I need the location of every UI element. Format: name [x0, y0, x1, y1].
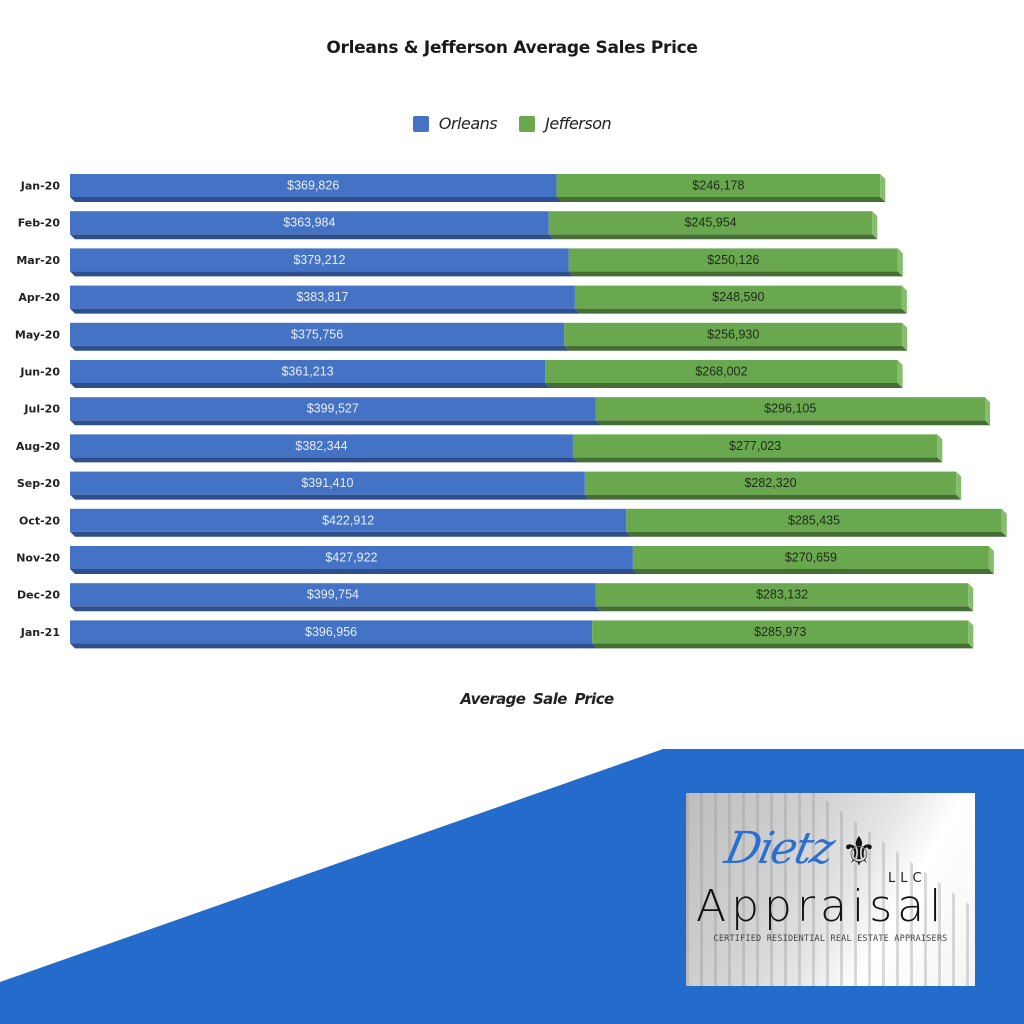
data-label-jefferson: $248,590 [712, 290, 764, 304]
y-tick-label: Sep-20 [17, 477, 60, 490]
data-label-jefferson: $256,930 [707, 327, 759, 341]
data-label-jefferson: $296,105 [764, 402, 816, 416]
bar-shadow-orleans [70, 271, 574, 277]
data-label-orleans: $399,754 [307, 588, 359, 602]
legend: Orleans Jefferson [0, 114, 1024, 133]
y-tick-label: Jan-21 [20, 626, 60, 639]
bar-shadow-jefferson [592, 643, 974, 649]
bar-shadow-jefferson [595, 420, 991, 426]
bar-shadow-orleans [70, 606, 601, 612]
bar-shadow-jefferson [556, 197, 886, 202]
bar-chart: Jan-20 $369,826 $246,178 Feb-20 $363,984 $245… [15, 174, 1007, 649]
logo-script-text: Dietz [720, 823, 838, 874]
y-tick-label: Mar-20 [16, 254, 60, 267]
bar-shadow-jefferson [564, 345, 908, 351]
y-tick-label: Nov-20 [16, 552, 60, 565]
y-tick-label: Apr-20 [18, 291, 60, 304]
legend-label-jefferson: Jefferson [545, 114, 612, 133]
y-tick-label: May-20 [15, 328, 60, 341]
bar-shadow-jefferson [568, 271, 903, 277]
data-label-orleans: $399,527 [307, 402, 359, 416]
data-label-orleans: $369,826 [287, 179, 339, 193]
bar-shadow-jefferson [584, 494, 962, 500]
dietz-appraisal-logo: Dietz ⚜ LLC Appraisal CERTIFIED RESIDENT… [686, 793, 975, 986]
bar-shadow-orleans [70, 234, 554, 240]
data-label-jefferson: $283,132 [756, 588, 808, 602]
x-axis-label: Average Sale Price [460, 690, 614, 708]
data-label-orleans: $363,984 [283, 216, 335, 230]
chart-title: Orleans & Jefferson Average Sales Price [326, 38, 698, 58]
bar-shadow-jefferson [545, 383, 903, 388]
data-label-jefferson: $268,002 [695, 365, 747, 379]
bar-shadow-jefferson [574, 308, 907, 314]
bar-shadow-orleans [70, 531, 632, 537]
bar-shadow-orleans [70, 383, 551, 388]
data-label-jefferson: $245,954 [684, 216, 736, 230]
data-label-jefferson: $246,178 [692, 179, 744, 193]
y-tick-label: Dec-20 [17, 589, 60, 602]
fleur-de-lis-icon: ⚜ [841, 830, 877, 874]
legend-swatch-jefferson [519, 115, 536, 132]
legend-label-orleans: Orleans [438, 114, 498, 133]
data-label-jefferson: $270,659 [785, 551, 837, 565]
data-label-jefferson: $285,435 [788, 513, 840, 527]
data-label-jefferson: $250,126 [707, 253, 759, 267]
data-label-orleans: $422,912 [322, 513, 374, 527]
bar-shadow-orleans [70, 569, 638, 574]
y-tick-label: Oct-20 [19, 514, 60, 527]
data-label-orleans: $391,410 [301, 476, 353, 490]
bar-shadow-orleans [70, 494, 590, 500]
bar-shadow-jefferson [632, 569, 994, 574]
data-label-orleans: $382,344 [295, 439, 347, 453]
legend-item-jefferson[interactable]: Jefferson [519, 114, 612, 133]
bar-shadow-orleans [70, 197, 562, 202]
bar-shadow-jefferson [595, 606, 974, 612]
bar-shadow-jefferson [548, 234, 878, 240]
data-label-jefferson: $282,320 [744, 476, 796, 490]
legend-swatch-orleans [412, 115, 429, 132]
y-tick-label: Feb-20 [18, 217, 61, 230]
bar-shadow-orleans [70, 308, 580, 314]
logo-appraisal-word: Appraisal [696, 881, 947, 932]
data-label-orleans: $375,756 [291, 327, 343, 341]
y-tick-label: Jan-20 [20, 180, 61, 193]
y-tick-label: Aug-20 [16, 440, 60, 453]
data-label-orleans: $379,212 [293, 253, 345, 267]
bar-shadow-orleans [70, 345, 570, 351]
bar-shadow-orleans [70, 457, 578, 463]
data-label-orleans: $361,213 [281, 365, 333, 379]
bar-shadow-jefferson [626, 531, 1007, 537]
bar-shadow-jefferson [572, 457, 943, 463]
bar-shadow-orleans [70, 420, 601, 426]
y-tick-label: Jun-20 [19, 366, 60, 379]
bar-shadow-orleans [70, 643, 598, 649]
y-tick-label: Jul-20 [23, 403, 60, 416]
legend-item-orleans[interactable]: Orleans [412, 114, 498, 133]
data-label-orleans: $396,956 [305, 625, 357, 639]
data-label-orleans: $383,817 [296, 290, 348, 304]
data-label-jefferson: $285,973 [754, 625, 806, 639]
data-label-orleans: $427,922 [325, 551, 377, 565]
logo-tagline: CERTIFIED RESIDENTIAL REAL ESTATE APPRAI… [713, 934, 948, 944]
data-label-jefferson: $277,023 [729, 439, 781, 453]
